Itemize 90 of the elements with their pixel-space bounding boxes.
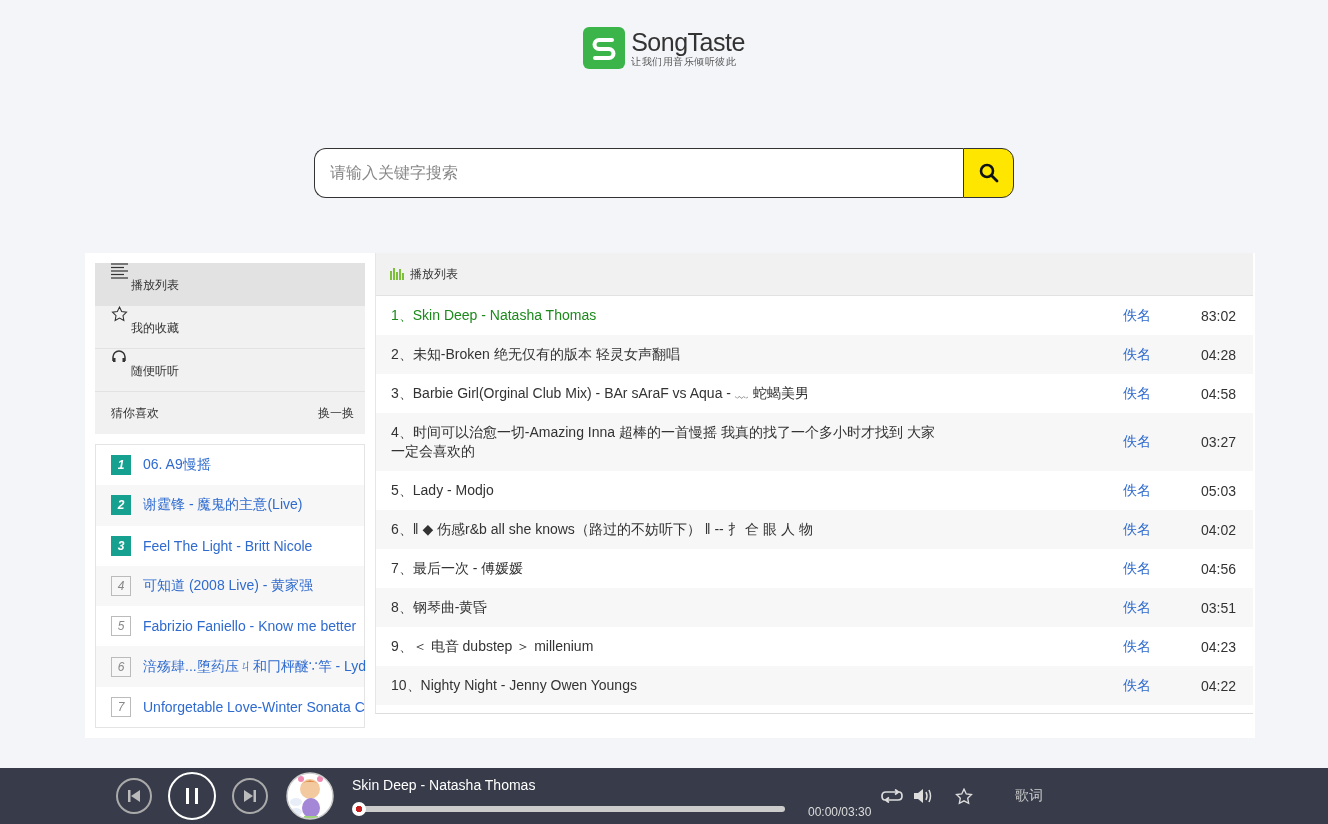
song-link[interactable]: 06. A9慢摇: [143, 456, 211, 475]
duration: 04:02: [1201, 521, 1237, 538]
song-title: 6、‖ ◆ 伤感r&b all she knows（路过的不妨听下） ‖ -- 扌 仺 眼 人 物: [390, 520, 815, 539]
previous-icon: [127, 789, 141, 803]
playlist-row[interactable]: 2、未知-Broken 绝无仅有的版本 轻灵女声翻唱 佚名 04:28: [376, 335, 1253, 374]
playlist-row[interactable]: 7、最后一次 - 傅媛媛 佚名 04:56: [376, 549, 1253, 588]
duration: 04:28: [1201, 346, 1237, 363]
artist-link[interactable]: 佚名: [1123, 598, 1201, 617]
track-title: Skin Deep - Natasha Thomas: [352, 777, 537, 793]
duration: 83:02: [1201, 307, 1237, 324]
song-title: 5、Lady - Modjo: [390, 481, 495, 500]
rank-badge: 5: [111, 616, 131, 637]
rank-badge: 2: [111, 495, 131, 516]
star-icon[interactable]: [955, 787, 974, 805]
star-icon: [111, 306, 128, 322]
recommendation-item[interactable]: 7 Unforgetable Love-Winter Sonata C: [96, 686, 364, 728]
artist-link[interactable]: 佚名: [1123, 676, 1201, 695]
song-title: 8、钢琴曲-黄昏: [390, 598, 489, 617]
artist-link[interactable]: 佚名: [1123, 433, 1201, 451]
song-title: 9、＜ 电音 dubstep ＞ millenium: [390, 637, 595, 656]
artist-link[interactable]: 佚名: [1123, 520, 1201, 539]
playlist-row[interactable]: 8、钢琴曲-黄昏 佚名 03:51: [376, 588, 1253, 627]
song-link[interactable]: Feel The Light - Britt Nicole: [143, 537, 313, 554]
logo-slogan: 让我们用音乐倾听彼此: [631, 56, 738, 68]
song-title: 7、最后一次 - 傅媛媛: [390, 559, 525, 578]
repeat-icon[interactable]: [881, 789, 904, 803]
equalizer-icon: [390, 268, 404, 280]
duration: 04:23: [1201, 638, 1237, 655]
pause-button[interactable]: [168, 772, 216, 820]
song-title: 1、Skin Deep - Natasha Thomas: [390, 306, 598, 325]
rank-badge: 1: [111, 455, 131, 476]
artist-link[interactable]: 佚名: [1123, 384, 1201, 403]
song-link[interactable]: 谢霆锋 - 魔鬼的主意(Live): [143, 496, 303, 515]
progress-handle[interactable]: [352, 802, 366, 816]
search-icon: [978, 163, 999, 183]
playlist-row[interactable]: 4、时间可以治愈一切-Amazing Inna 超棒的一首慢摇 我真的找了一个多小时才找到 大家一定会喜欢的 佚名 03:27: [376, 413, 1253, 471]
song-link[interactable]: Fabrizio Faniello - Know me better: [143, 618, 357, 635]
volume-icon[interactable]: [913, 788, 934, 804]
recommendation-item[interactable]: 4 可知道 (2008 Live) - 黄家强: [96, 565, 364, 607]
song-link[interactable]: 涪殇肆...堕药压ㄐ和冂枰醚∵竿 - Lyd: [143, 657, 367, 676]
search-field[interactable]: 请输入关键字搜索: [314, 148, 963, 198]
refresh-link[interactable]: 换一换: [318, 404, 354, 422]
sidebar-item[interactable]: 随便听听: [95, 349, 365, 392]
next-icon: [243, 789, 257, 803]
playlist-title: 播放列表: [410, 265, 458, 283]
playlist-row[interactable]: 5、Lady - Modjo 佚名 05:03: [376, 471, 1253, 510]
artist-link[interactable]: 佚名: [1123, 559, 1201, 578]
duration: 04:56: [1201, 560, 1237, 577]
recommendation-item[interactable]: 1 06. A9慢摇: [96, 445, 364, 486]
pause-icon: [184, 787, 200, 805]
song-title: 3、Barbie Girl(Orginal Club Mix) - BAr sAraF vs Aqua - ﹏ 蛇蝎美男: [390, 384, 810, 403]
lyrics-button[interactable]: 歌词: [1015, 787, 1044, 805]
song-title: 2、未知-Broken 绝无仅有的版本 轻灵女声翻唱: [390, 345, 681, 364]
duration: 04:22: [1201, 677, 1237, 694]
artist-link[interactable]: 佚名: [1123, 345, 1201, 364]
logo-icon: [583, 27, 626, 69]
playlist-row[interactable]: 3、Barbie Girl(Orginal Club Mix) - BAr sAraF vs Aqua - ﹏ 蛇蝎美男 佚名 04:58: [376, 374, 1253, 413]
artist-link[interactable]: 佚名: [1123, 481, 1201, 500]
recommendation-item[interactable]: 6 涪殇肆...堕药压ㄐ和冂枰醚∵竿 - Lyd: [96, 646, 364, 687]
sidebar-item[interactable]: 播放列表: [95, 263, 365, 306]
playlist-row[interactable]: 10、Nighty Night - Jenny Owen Youngs 佚名 04:22: [376, 666, 1253, 705]
search-button[interactable]: [963, 148, 1014, 198]
duration: 03:27: [1201, 434, 1237, 450]
song-link[interactable]: Unforgetable Love-Winter Sonata C: [143, 698, 365, 715]
recommendation-item[interactable]: 3 Feel The Light - Britt Nicole: [96, 525, 364, 566]
duration: 05:03: [1201, 482, 1237, 499]
rank-badge: 6: [111, 656, 131, 677]
sidebar-item[interactable]: 我的收藏: [95, 306, 365, 349]
section-title: 猜你喜欢: [111, 404, 159, 422]
artist-link[interactable]: 佚名: [1123, 306, 1201, 325]
logo-name: SongTaste: [631, 28, 745, 56]
time-display: 00:00/03:30: [808, 805, 872, 819]
recommendation-item[interactable]: 2 谢霆锋 - 魔鬼的主意(Live): [96, 485, 364, 526]
list-icon: [111, 263, 128, 279]
song-title: 10、Nighty Night - Jenny Owen Youngs: [390, 676, 638, 695]
rank-badge: 7: [111, 696, 131, 717]
rank-badge: 4: [111, 576, 131, 597]
duration: 04:58: [1201, 385, 1237, 402]
song-link[interactable]: 可知道 (2008 Live) - 黄家强: [143, 577, 314, 596]
headphones-icon: [111, 349, 127, 363]
duration: 03:51: [1201, 599, 1237, 616]
recommendation-item[interactable]: 5 Fabrizio Faniello - Know me better: [96, 606, 364, 647]
song-title: 4、时间可以治愈一切-Amazing Inna 超棒的一首慢摇 我真的找了一个多小时才找到 大家一定会喜欢的: [390, 423, 936, 461]
next-button[interactable]: [232, 778, 268, 814]
previous-button[interactable]: [116, 778, 152, 814]
rank-badge: 3: [111, 535, 131, 556]
artist-link[interactable]: 佚名: [1123, 637, 1201, 656]
playlist-row[interactable]: 9、＜ 电音 dubstep ＞ millenium 佚名 04:23: [376, 627, 1253, 666]
playlist-row[interactable]: 1、Skin Deep - Natasha Thomas 佚名 83:02: [376, 296, 1253, 335]
playlist-row[interactable]: 6、‖ ◆ 伤感r&b all she knows（路过的不妨听下） ‖ -- 扌 仺 眼 人 物 佚名 04:02: [376, 510, 1253, 549]
